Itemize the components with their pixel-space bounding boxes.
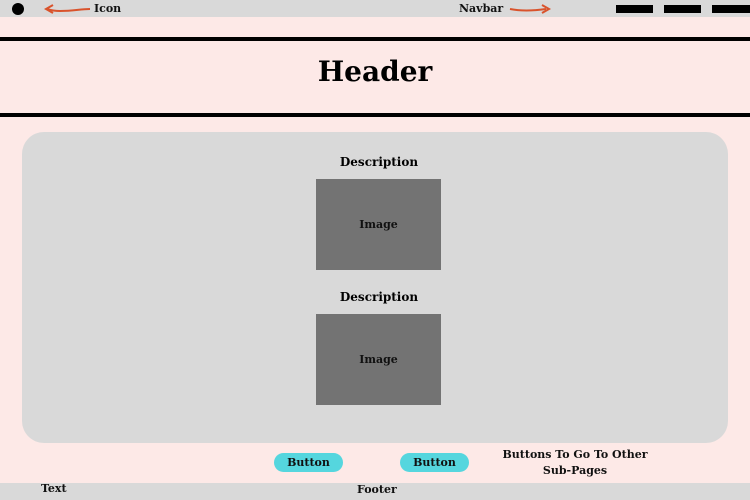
annotation-arrow-left-icon [44,3,92,15]
item-description: Description [339,155,419,169]
footer: Text Footer [0,482,750,500]
subpage-button-1[interactable]: Button [274,453,343,472]
header-top-rule [0,37,750,41]
navbar-annotation-label: Navbar [459,2,504,15]
header-bottom-rule [0,113,750,117]
annotation-arrow-right-icon [508,3,552,15]
footer-left-text: Text [41,482,67,495]
image-placeholder: Image [316,314,441,405]
logo-icon[interactable] [12,3,24,15]
buttons-annotation-note: Buttons To Go To Other Sub-Pages [502,448,648,477]
icon-annotation-label: Icon [94,2,122,15]
page-header-title: Header [317,55,433,88]
nav-menu-item-1[interactable] [616,5,653,13]
image-placeholder-label: Image [359,218,398,231]
nav-menu-item-2[interactable] [664,5,701,13]
footer-title: Footer [357,483,397,496]
subpage-button-2[interactable]: Button [400,453,469,472]
image-placeholder: Image [316,179,441,270]
nav-menu-item-3[interactable] [712,5,750,13]
item-description: Description [339,290,419,304]
image-placeholder-label: Image [359,353,398,366]
navbar: Icon Navbar [0,0,750,17]
